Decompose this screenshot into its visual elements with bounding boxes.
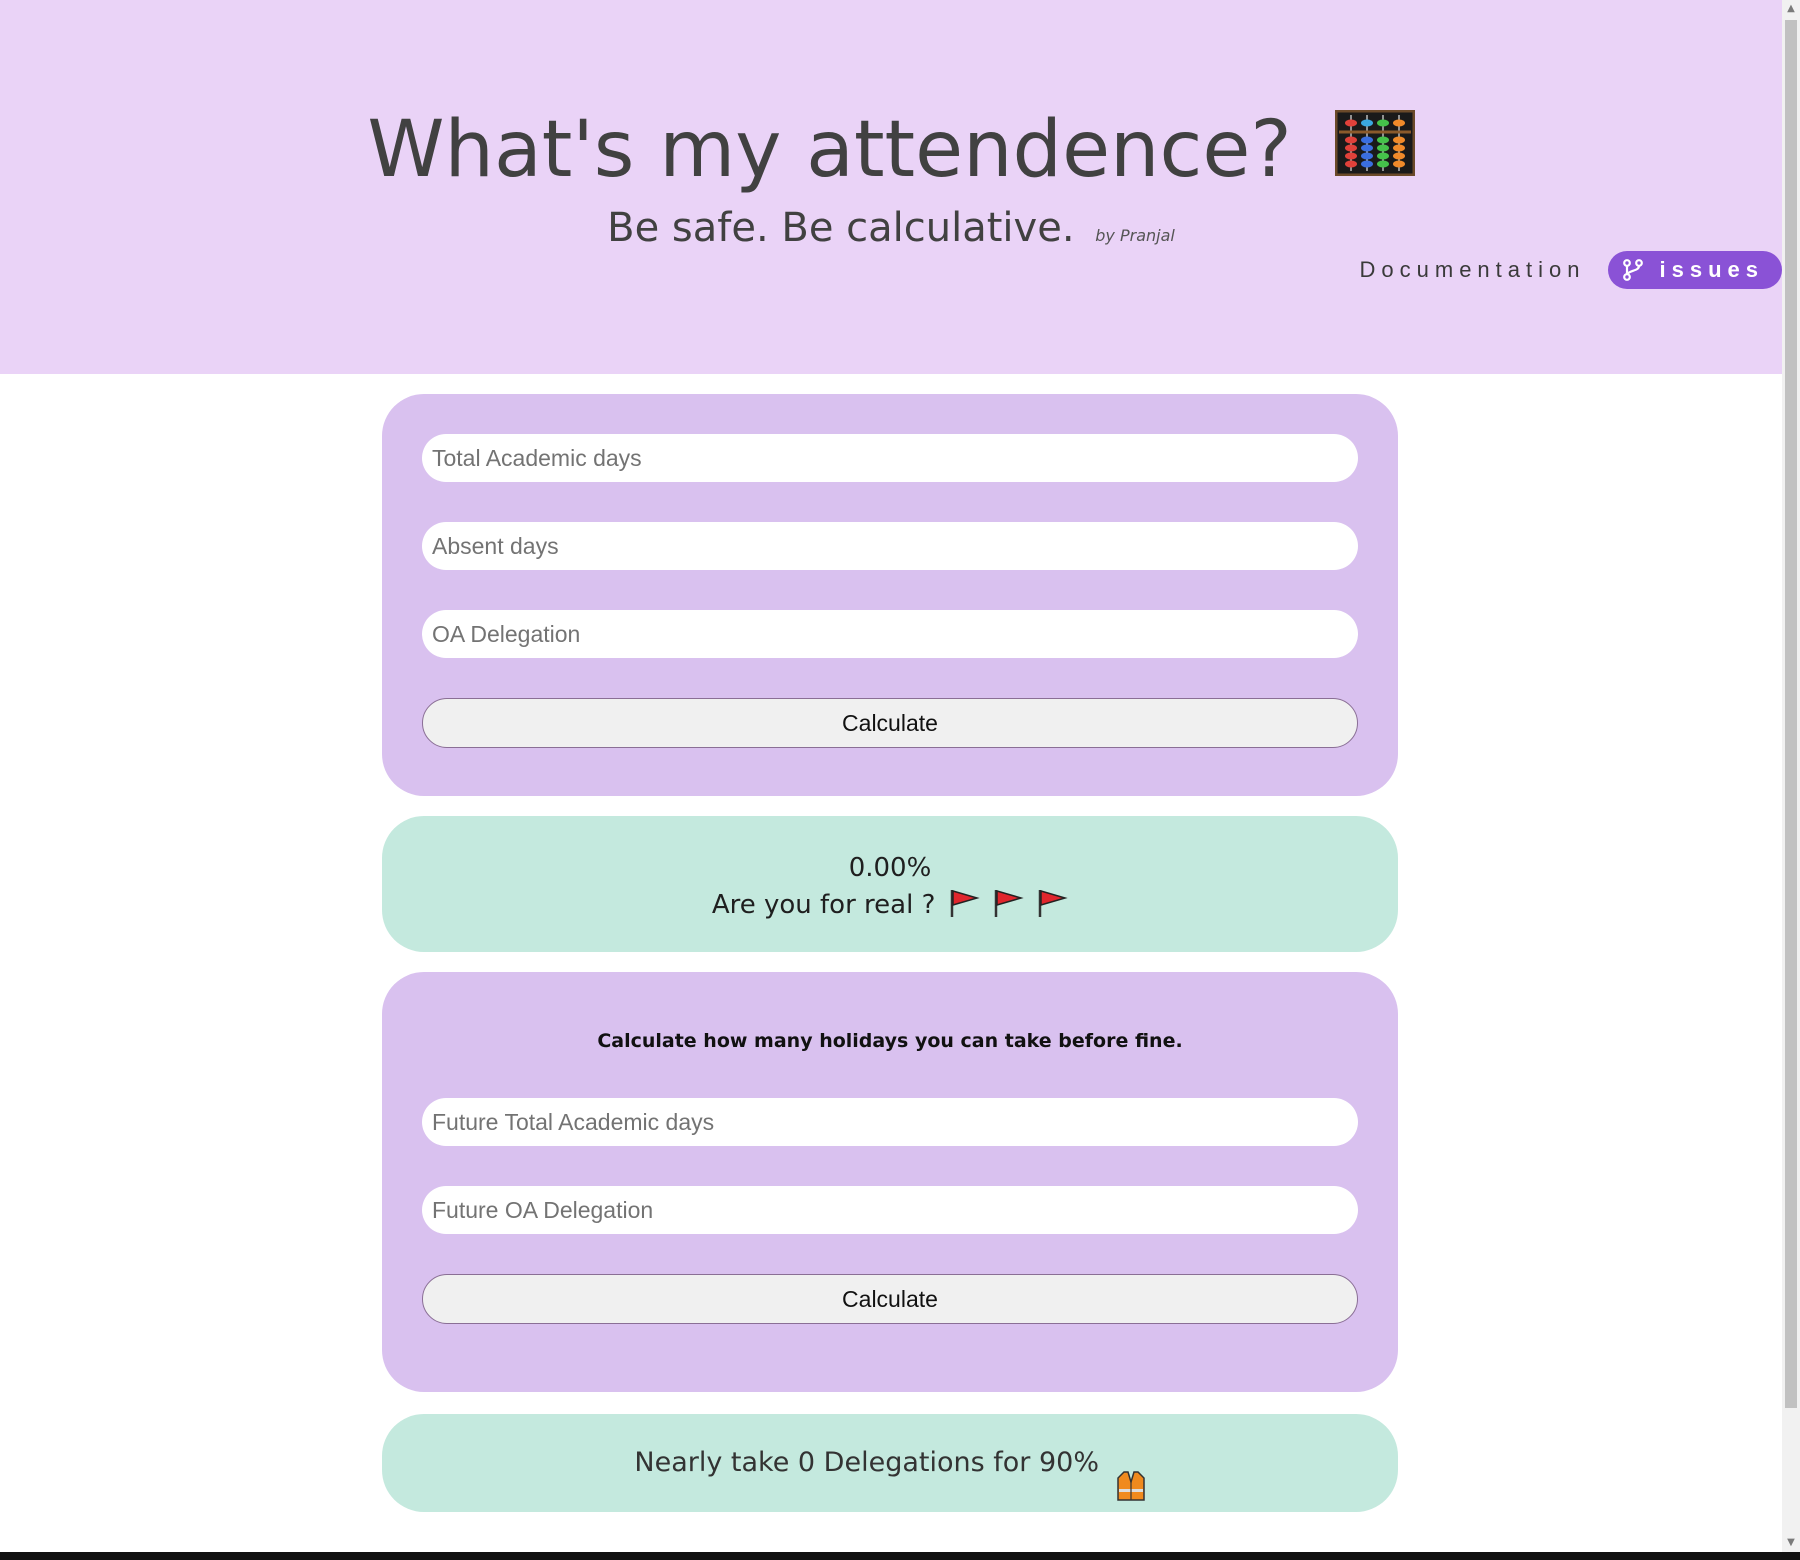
attendance-message-row: Are you for real ? xyxy=(382,886,1398,924)
page: What's my attendence? Be safe. Be calcul… xyxy=(0,0,1782,1552)
issues-button[interactable]: issues xyxy=(1607,251,1782,289)
holiday-form-card: Calculate how many holidays you can take… xyxy=(382,972,1398,1392)
attendance-message: Are you for real ? xyxy=(711,890,936,920)
scroll-up-icon[interactable]: ▲ xyxy=(1782,0,1800,18)
delegation-message: Nearly take 0 Delegations for 90% xyxy=(634,1447,1099,1478)
calculate-attendance-button[interactable]: Calculate xyxy=(422,698,1358,748)
red-flag-icon xyxy=(992,887,1024,919)
subtitle: Be safe. Be calculative. xyxy=(607,205,1075,251)
calculate-holidays-button[interactable]: Calculate xyxy=(422,1274,1358,1324)
red-flag-icon xyxy=(1036,887,1068,919)
vertical-scrollbar[interactable]: ▲ ▼ xyxy=(1782,0,1800,1552)
scroll-down-icon[interactable]: ▼ xyxy=(1782,1534,1800,1552)
attendance-result-card: 0.00% Are you for real ? xyxy=(382,816,1398,952)
top-nav: Documentation issues xyxy=(1360,250,1782,290)
attendance-percentage: 0.00% xyxy=(848,853,932,883)
absent-days-input[interactable] xyxy=(422,522,1358,570)
delegation-message-row: Nearly take 0 Delegations for 90% xyxy=(382,1414,1398,1512)
abacus-icon xyxy=(1334,95,1416,205)
total-academic-days-input[interactable] xyxy=(422,434,1358,482)
header: What's my attendence? Be safe. Be calcul… xyxy=(0,0,1782,374)
page-title-row: What's my attendence? xyxy=(0,95,1782,205)
holiday-heading: Calculate how many holidays you can take… xyxy=(597,1030,1183,1052)
red-flag-icon xyxy=(948,887,980,919)
bottom-edge xyxy=(0,1552,1800,1560)
byline: by Pranjal xyxy=(1095,226,1175,245)
git-branch-icon xyxy=(1622,259,1644,281)
safety-vest-icon xyxy=(1116,1445,1146,1501)
scrollbar-thumb[interactable] xyxy=(1785,20,1797,1408)
oa-delegation-input[interactable] xyxy=(422,610,1358,658)
future-total-academic-days-input[interactable] xyxy=(422,1098,1358,1146)
documentation-link[interactable]: Documentation xyxy=(1360,257,1586,283)
future-oa-delegation-input[interactable] xyxy=(422,1186,1358,1234)
attendance-form-card: Calculate xyxy=(382,394,1398,796)
issues-label: issues xyxy=(1659,257,1764,282)
page-title: What's my attendence? xyxy=(367,105,1292,195)
holiday-result-card: Nearly take 0 Delegations for 90% xyxy=(382,1414,1398,1512)
